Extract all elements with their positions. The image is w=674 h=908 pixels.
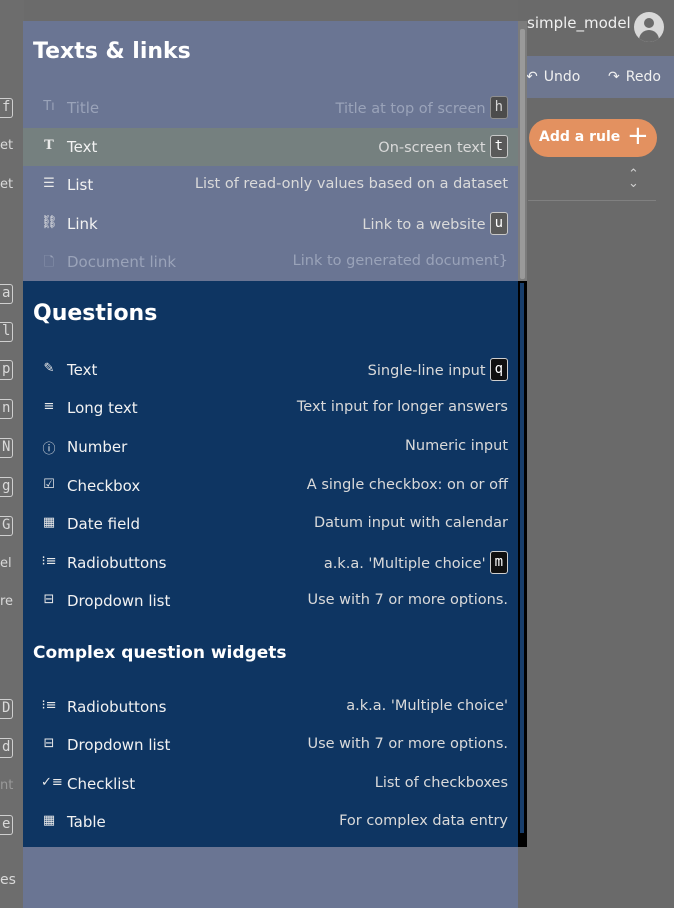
left-fragment: d <box>0 738 14 758</box>
plus-icon: + <box>627 121 649 151</box>
menu-item-table[interactable]: ▦ Table For complex data entry <box>23 803 518 841</box>
left-fragment: nt <box>0 778 14 793</box>
menu-item-complex-dropdown-list[interactable]: ⊟ Dropdown list Use with 7 or more optio… <box>23 726 518 764</box>
left-fragment: re <box>0 594 14 609</box>
scrollbar[interactable] <box>518 281 527 847</box>
long-text-icon: ≡ <box>43 399 55 414</box>
list-icon: ☰ <box>43 176 55 191</box>
menu-item-long-text[interactable]: ≡ Long text Text input for longer answer… <box>23 389 518 427</box>
left-fragment: et <box>0 138 14 153</box>
menu-item-list[interactable]: ☰ List List of read-only values based on… <box>23 166 518 204</box>
left-fragment: e <box>0 815 14 835</box>
document-link-icon: 🗋 <box>43 255 55 270</box>
dropdown-icon: ⊟ <box>43 592 55 607</box>
menu-item-document-link[interactable]: 🗋 Document link Link to generated docume… <box>23 243 518 281</box>
left-fragment: es <box>0 872 16 888</box>
menu-item-link[interactable]: ⛓ Link Link to a website u <box>23 205 518 243</box>
shortcut-key: q <box>489 358 508 381</box>
left-fragment: a <box>0 284 14 304</box>
checklist-icon: ✓≡ <box>41 775 63 790</box>
number-icon: ⓘ <box>42 442 56 457</box>
shortcut-key: t <box>489 135 508 158</box>
title-icon: Tı <box>43 99 55 114</box>
section-title-complex-widgets: Complex question widgets <box>33 643 287 663</box>
left-fragment: G <box>0 516 14 536</box>
left-fragment: et <box>0 177 14 192</box>
left-fragment: f <box>0 98 14 118</box>
left-fragment: n <box>0 399 14 419</box>
sort-icon[interactable]: ⌃ ⌄ <box>628 168 639 190</box>
section-title-questions: Questions <box>33 301 158 326</box>
divider <box>528 200 656 201</box>
menu-item-checkbox[interactable]: ☑ Checkbox A single checkbox: on or off <box>23 467 518 505</box>
menu-item-number[interactable]: ⓘ Number Numeric input <box>23 428 518 466</box>
shortcut-key: m <box>489 551 508 574</box>
menu-footer <box>23 847 518 908</box>
toolbar: ↶ Undo ↷ Redo <box>520 56 674 98</box>
calendar-icon: ▦ <box>42 515 56 530</box>
menu-item-text[interactable]: T Text On-screen text t <box>23 128 518 166</box>
shortcut-key: u <box>489 212 508 235</box>
link-icon: ⛓ <box>41 215 58 230</box>
left-fragment: D <box>0 699 14 719</box>
avatar-icon <box>644 18 654 28</box>
shortcut-key: h <box>489 96 508 119</box>
menu-item-dropdown-list[interactable]: ⊟ Dropdown list Use with 7 or more optio… <box>23 582 518 620</box>
menu-item-title[interactable]: Tı Title Title at top of screen h <box>23 89 518 127</box>
avatar[interactable] <box>634 12 664 42</box>
left-fragment: el <box>0 556 12 571</box>
undo-icon: ↶ <box>526 69 538 85</box>
user-name: simple_model <box>527 14 631 32</box>
pencil-icon: ✎ <box>43 361 55 376</box>
dropdown-icon: ⊟ <box>43 736 55 751</box>
menu-item-text-question[interactable]: ✎ Text Single-line input q <box>23 351 518 389</box>
left-fragment: p <box>0 360 14 380</box>
left-fragment: N <box>0 438 14 458</box>
undo-button[interactable]: ↶ Undo <box>526 69 580 85</box>
text-icon: T <box>44 138 54 153</box>
menu-item-radiobuttons[interactable]: ⁝≡ Radiobuttons a.k.a. 'Multiple choice'… <box>23 544 518 582</box>
radio-list-icon: ⁝≡ <box>41 698 57 713</box>
left-fragment: l <box>0 322 14 342</box>
redo-button[interactable]: ↷ Redo <box>608 69 661 85</box>
radio-list-icon: ⁝≡ <box>41 554 57 569</box>
redo-icon: ↷ <box>608 69 620 85</box>
menu-item-complex-radiobuttons[interactable]: ⁝≡ Radiobuttons a.k.a. 'Multiple choice' <box>23 688 518 726</box>
left-fragment: g <box>0 477 14 497</box>
checkbox-icon: ☑ <box>43 477 55 492</box>
add-rule-button[interactable]: Add a rule + <box>529 119 657 157</box>
scrollbar[interactable] <box>518 21 527 281</box>
section-title-texts-links: Texts & links <box>33 39 191 64</box>
table-icon: ▦ <box>42 813 56 828</box>
menu-item-date-field[interactable]: ▦ Date field Datum input with calendar <box>23 505 518 543</box>
menu-item-checklist[interactable]: ✓≡ Checklist List of checkboxes <box>23 765 518 803</box>
